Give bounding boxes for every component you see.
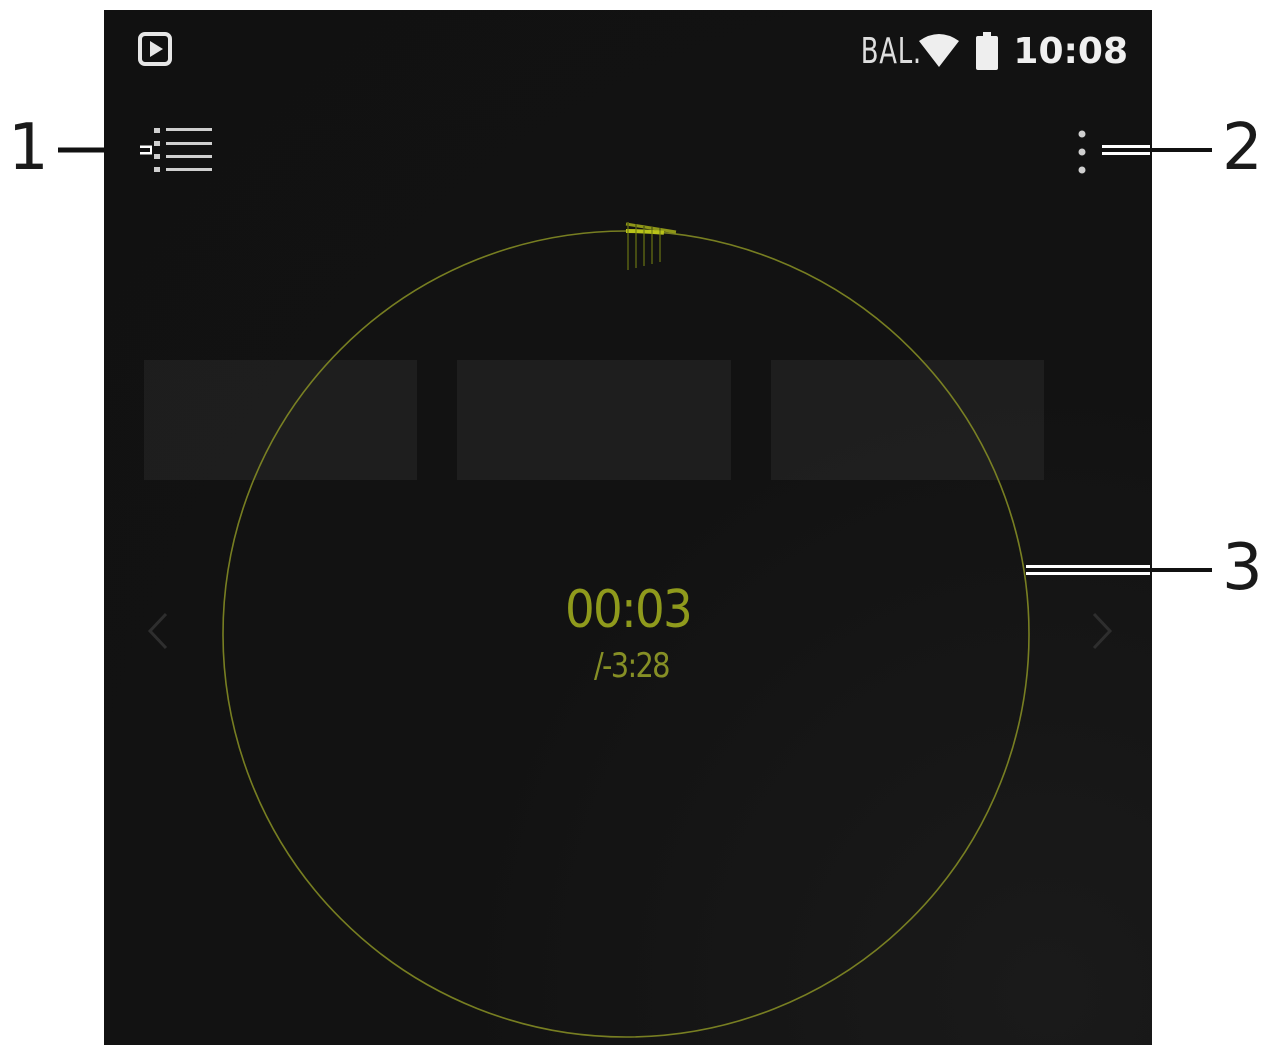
progress-ring[interactable] [104,10,1152,1045]
elapsed-time: 00:03 [565,580,693,640]
progress-fill [625,229,665,235]
callout-number-1: 1 [8,111,49,185]
callout-number-2: 2 [1222,111,1263,185]
player-screen: BAL. 10:08 00:03 /-3:28 [104,10,1152,1045]
callout-number-3: 3 [1222,531,1263,605]
remaining-time: /-3:28 [594,646,671,686]
